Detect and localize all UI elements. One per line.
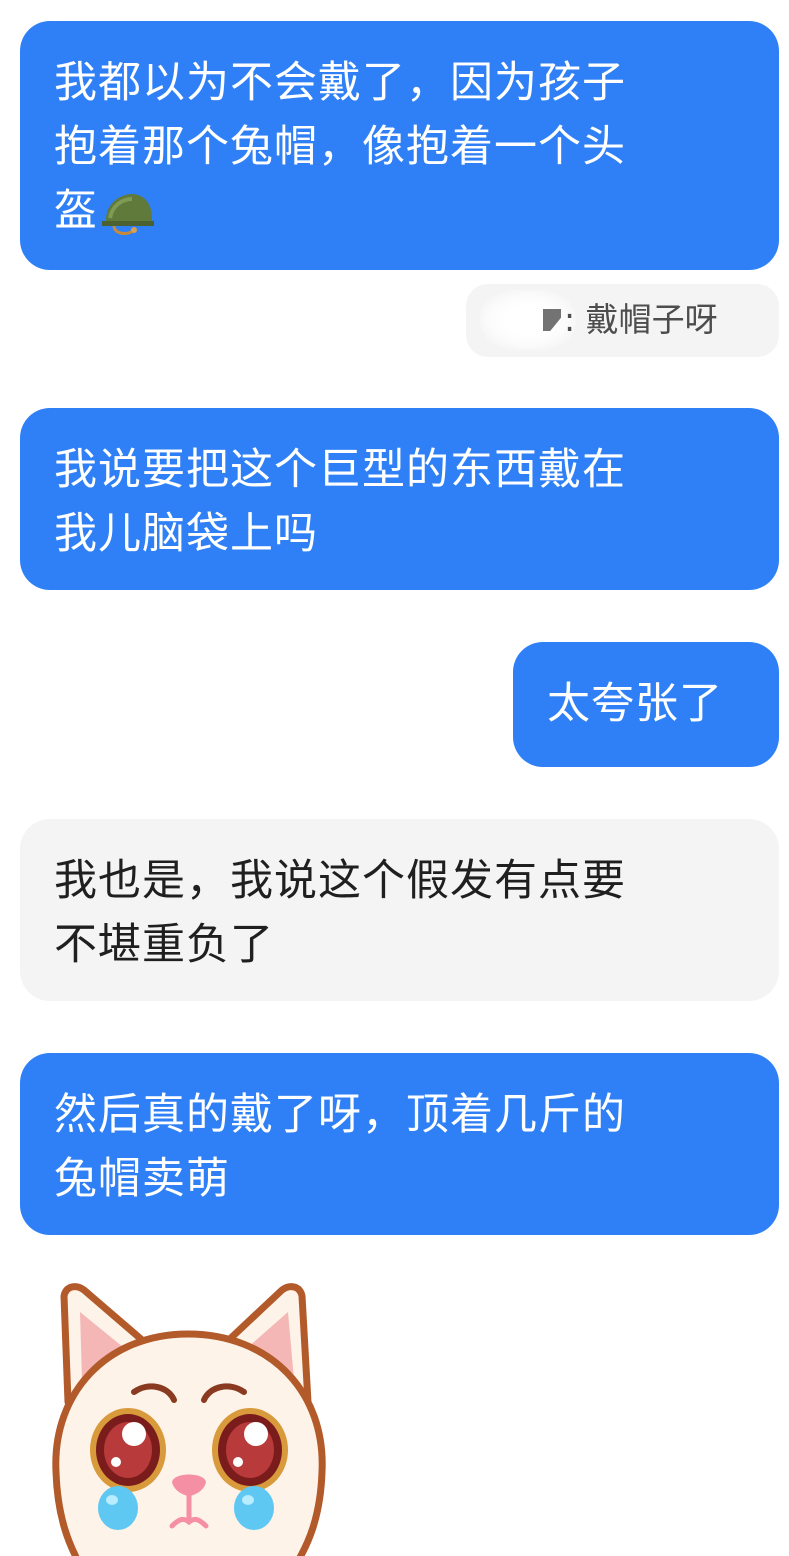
message-bubble-outgoing[interactable]: 我说要把这个巨型的东西戴在 我儿脑袋上吗 <box>20 408 779 590</box>
quoted-reply[interactable]: : 戴帽子呀 <box>466 284 779 357</box>
message-text-line: 我儿脑袋上吗 <box>54 509 318 559</box>
message-text-line: 我都以为不会戴了，因为孩子 <box>54 58 626 108</box>
quoted-reply-text: : 戴帽子呀 <box>564 300 718 339</box>
message-bubble-outgoing[interactable]: 我都以为不会戴了，因为孩子 抱着那个兔帽，像抱着一个头 盔 <box>20 21 779 270</box>
message-text-line: 不堪重负了 <box>54 920 274 970</box>
message-bubble-incoming[interactable]: 我也是，我说这个假发有点要 不堪重负了 <box>20 819 779 1001</box>
quoted-sender-blurred <box>480 290 576 350</box>
message-text-line: 抱着那个兔帽，像抱着一个头 <box>54 122 626 172</box>
message-bubble-outgoing[interactable]: 然后真的戴了呀，顶着几斤的 兔帽卖萌 <box>20 1053 779 1235</box>
message-text-line: 太夸张了 <box>547 679 723 729</box>
message-text-line: 兔帽卖萌 <box>54 1154 230 1204</box>
message-text-line: 我也是，我说这个假发有点要 <box>54 856 626 906</box>
message-text-line: 我说要把这个巨型的东西戴在 <box>54 445 626 495</box>
message-bubble-outgoing[interactable]: 太夸张了 <box>513 642 779 767</box>
message-text-fragment: 盔 <box>54 186 98 236</box>
message-text-line-with-emoji: 盔 <box>54 179 745 243</box>
message-text-line: 然后真的戴了呀，顶着几斤的 <box>54 1090 626 1140</box>
helmet-icon <box>102 193 154 235</box>
crying-cat-sticker[interactable] <box>38 1282 338 1556</box>
